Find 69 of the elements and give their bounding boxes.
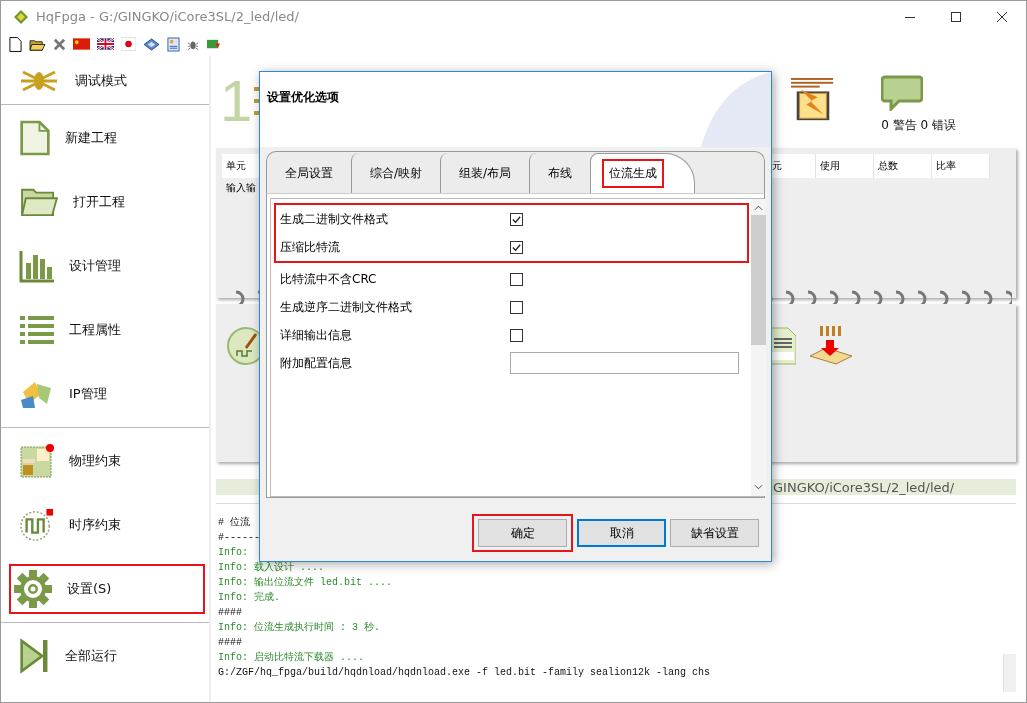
- table-cell-text: 输入输: [225, 181, 257, 195]
- scroll-down-icon[interactable]: [754, 484, 763, 490]
- column-header: 使用: [816, 154, 874, 178]
- file-icon: [19, 119, 51, 157]
- sidebar-item[interactable]: 时序约束: [7, 493, 205, 557]
- checkbox[interactable]: [510, 300, 523, 314]
- log-line: ####: [218, 606, 242, 620]
- column-header: 比率: [932, 154, 990, 178]
- project-path: GINGKO/iCore3SL/2_led/led/: [773, 479, 955, 495]
- option-label: 附加配置信息: [280, 354, 353, 372]
- new-file-icon[interactable]: [9, 36, 22, 52]
- sidebar-item[interactable]: 打开工程: [7, 170, 205, 234]
- close-icon[interactable]: [997, 11, 1007, 22]
- log-line: Info: 输出位流文件 led.bit ....: [218, 575, 393, 590]
- checkbox[interactable]: [510, 212, 523, 226]
- log-line: Info: 载入设计 ....: [218, 561, 324, 575]
- option-label: 压缩比特流: [280, 238, 341, 256]
- bit-file-icon: [770, 326, 796, 366]
- log-line: Info:: [218, 546, 248, 560]
- sidebar-item[interactable]: 物理约束: [7, 429, 205, 493]
- tab[interactable]: 位流生成: [590, 153, 696, 193]
- sidebar-item[interactable]: 新建工程: [7, 106, 205, 170]
- scrollbar[interactable]: [1003, 654, 1016, 692]
- sidebar-item[interactable]: IP管理: [7, 362, 205, 426]
- square-wave-icon: [19, 508, 55, 542]
- window-title: HqFpga - G:/GINGKO/iCore3SL/2_led/led/: [36, 9, 299, 24]
- checkbox[interactable]: [510, 272, 523, 286]
- log-line: G:/ZGF/hq_fpga/build/hqdnload/hqdnload.exe -f led.bit -family sealion12k -lang chs: [218, 666, 711, 680]
- log-line: Info: 完成.: [218, 590, 280, 605]
- download-icon: [808, 326, 854, 366]
- dialog-title: 设置优化选项: [267, 89, 339, 106]
- log-line: ####: [218, 636, 242, 650]
- book-icon[interactable]: [143, 37, 160, 51]
- gear-icon: [13, 569, 53, 609]
- scroll-up-icon[interactable]: [754, 205, 763, 211]
- input-field[interactable]: [510, 352, 739, 374]
- sidebar-item[interactable]: 工程属性: [7, 298, 205, 362]
- speech-bubble-icon: [881, 74, 924, 111]
- sidebar-item[interactable]: 全部运行: [7, 624, 205, 688]
- sidebar-item[interactable]: 设置(S): [9, 564, 205, 614]
- log-line: Info: 启动比特流下载器 ....: [218, 650, 364, 665]
- step-number: 1: [220, 72, 253, 130]
- grid-icon: [19, 443, 55, 479]
- dialog-button[interactable]: 缺省设置: [670, 519, 759, 547]
- list-icon: [19, 314, 55, 346]
- option-label: 比特流中不含CRC: [280, 270, 378, 288]
- option-label: 详细输出信息: [280, 326, 353, 344]
- folder-icon: [19, 186, 59, 218]
- log-line: #------: [218, 531, 260, 545]
- option-label: 生成逆序二进制文件格式: [280, 298, 413, 316]
- checkbox[interactable]: [510, 240, 523, 254]
- bar-chart-icon: [19, 249, 55, 283]
- scrollbar[interactable]: [751, 199, 766, 496]
- export-icon[interactable]: [206, 37, 221, 51]
- maximize-icon[interactable]: [951, 11, 961, 22]
- checkbox[interactable]: [510, 328, 523, 342]
- sidebar-item[interactable]: 调试模式: [7, 59, 205, 103]
- option-label: 生成二进制文件格式: [280, 210, 389, 228]
- app-logo-icon: [13, 8, 29, 25]
- log-line: Info: 位流生成执行时间 : 3 秒.: [218, 620, 380, 635]
- log-line: # 位流: [218, 515, 250, 530]
- dialog-button[interactable]: 确定: [478, 519, 567, 547]
- dialog-button[interactable]: 取消: [577, 519, 666, 547]
- column-header: 元: [770, 154, 816, 178]
- document-icon[interactable]: [167, 36, 180, 52]
- flag-icon[interactable]: [97, 38, 114, 50]
- message-count: 0 警告 0 错误: [881, 116, 956, 134]
- sidebar-item[interactable]: 设计管理: [7, 234, 205, 298]
- column-header: 总数: [874, 154, 932, 178]
